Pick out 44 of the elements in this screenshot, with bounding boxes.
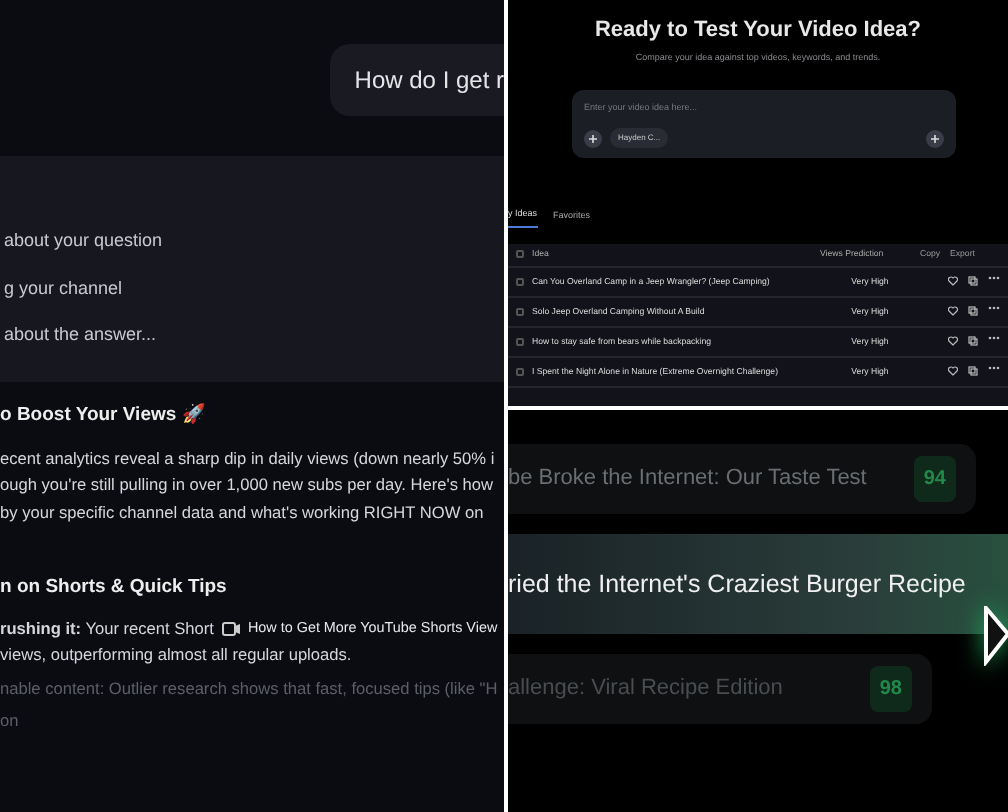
- section-heading: n on Shorts & Quick Tips: [0, 574, 229, 603]
- thinking-step: g your channel: [4, 275, 504, 302]
- paragraph-line: ecent analytics reveal a sharp dip in daily views (down nearly 50% i: [0, 445, 497, 472]
- checkbox[interactable]: [516, 250, 524, 259]
- heart-icon[interactable]: [948, 276, 958, 287]
- score-badge: 94: [913, 456, 956, 502]
- paragraph-line: ough you're still pulling in over 1,000 new subs per day. Here's how: [0, 472, 496, 499]
- more-icon[interactable]: [988, 306, 1000, 311]
- copy-icon[interactable]: [968, 276, 978, 287]
- bullet-line: rushing it: Your recent Short: [0, 615, 214, 642]
- item-title: ried the Internet's Craziest Burger Recipe: [508, 567, 966, 602]
- item-title: allenge: Viral Recipe Edition: [508, 674, 783, 705]
- page-title: Ready to Test Your Video Idea?: [592, 16, 923, 46]
- video-icon: [221, 621, 240, 636]
- list-item[interactable]: ried the Internet's Craziest Burger Recipe: [508, 534, 1008, 634]
- bullet-line: on: [0, 708, 19, 734]
- more-icon[interactable]: [988, 366, 1000, 371]
- plus-icon: [930, 133, 940, 143]
- item-title: be Broke the Internet: Our Taste Test: [508, 464, 867, 495]
- heart-icon[interactable]: [948, 366, 958, 377]
- copy-icon[interactable]: [968, 336, 978, 347]
- copy-icon[interactable]: [968, 366, 978, 377]
- thinking-step: about your question: [4, 228, 504, 255]
- submit-button[interactable]: [926, 129, 944, 147]
- more-icon[interactable]: [988, 276, 1000, 281]
- bullet-line: nable content: Outlier research shows that fast, focused tips (like "H: [0, 675, 498, 702]
- checkbox[interactable]: [516, 367, 524, 376]
- bullet-line: views, outperforming almost all regular uploads.: [0, 642, 352, 668]
- heart-icon[interactable]: [948, 336, 958, 347]
- add-button[interactable]: [584, 129, 602, 147]
- paragraph-line: by your specific channel data and what's working RIGHT NOW on: [0, 499, 486, 526]
- more-icon[interactable]: [988, 336, 1000, 341]
- user-message: How do I get r: [330, 44, 504, 116]
- list-item[interactable]: be Broke the Internet: Our Taste Test 94: [508, 444, 976, 514]
- checkbox[interactable]: [516, 337, 524, 346]
- score-badge: 98: [869, 666, 912, 712]
- thinking-step: about the answer...: [4, 322, 504, 349]
- heading: o Boost Your Views 🚀: [0, 401, 208, 429]
- copy-icon[interactable]: [968, 306, 978, 317]
- cursor-icon: [984, 606, 1008, 666]
- checkbox[interactable]: [516, 277, 524, 286]
- plus-icon: [588, 133, 598, 143]
- checkbox[interactable]: [516, 307, 524, 316]
- heart-icon[interactable]: [948, 306, 958, 317]
